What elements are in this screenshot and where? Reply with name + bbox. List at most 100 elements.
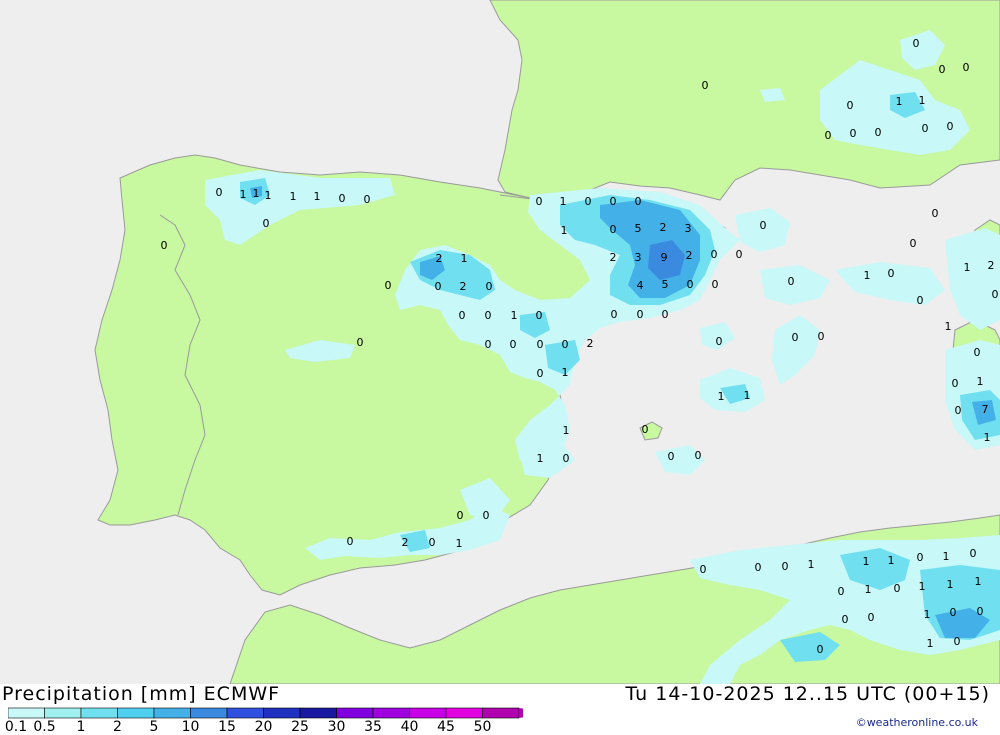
scale-swatch: [226, 707, 264, 719]
map-value: 1: [863, 555, 870, 568]
map-value: 1: [314, 190, 321, 203]
map-value: 0: [700, 563, 707, 576]
map-value: 0: [917, 551, 924, 564]
map-value: 0: [702, 79, 709, 92]
map-value: 0: [782, 560, 789, 573]
map-value: 0: [485, 309, 492, 322]
scale-swatch: [482, 707, 520, 719]
map-value: 0: [562, 338, 569, 351]
map-value: 0: [952, 377, 959, 390]
map-value: 0: [910, 237, 917, 250]
map-value: 0: [736, 248, 743, 261]
map-value: 0: [838, 585, 845, 598]
map-value: 1: [888, 554, 895, 567]
scale-arrow: [519, 708, 523, 718]
scale-swatch: [263, 707, 301, 719]
map-value: 1: [865, 583, 872, 596]
map-value: 0: [537, 367, 544, 380]
map-value: 0: [947, 120, 954, 133]
scale-swatch: [299, 707, 337, 719]
map-value: 0: [788, 275, 795, 288]
map-value: 0: [536, 309, 543, 322]
map-value: 0: [817, 643, 824, 656]
map-value: 0: [642, 423, 649, 436]
credit-link[interactable]: ©weatheronline.co.uk: [856, 716, 978, 729]
map-value: 1: [919, 580, 926, 593]
map-value: 4: [637, 279, 644, 292]
map-value: 0: [712, 278, 719, 291]
map-value: 0: [563, 452, 570, 465]
map-value: 0: [913, 37, 920, 50]
scale-swatch: [445, 707, 483, 719]
map-value: 0: [825, 129, 832, 142]
map-value: 0: [888, 267, 895, 280]
map-value: 0: [483, 509, 490, 522]
map-value: 0: [339, 192, 346, 205]
map-value: 1: [240, 188, 247, 201]
map-value: 0: [610, 195, 617, 208]
map-value: 0: [932, 207, 939, 220]
map-value: 2: [460, 280, 467, 293]
map-value: 7: [982, 403, 989, 416]
map-value: 0: [536, 195, 543, 208]
map-value: 0: [939, 63, 946, 76]
map-value: 0: [875, 126, 882, 139]
map-value: 1: [744, 389, 751, 402]
map-value: 0: [963, 61, 970, 74]
map-value: 1: [943, 550, 950, 563]
map-value: 0: [611, 308, 618, 321]
map-value: 0: [894, 582, 901, 595]
map-value: 0: [950, 606, 957, 619]
map-value: 1: [563, 424, 570, 437]
scale-swatch: [409, 707, 447, 719]
map-value: 0: [917, 294, 924, 307]
map-value: 0: [695, 449, 702, 462]
map-value: 0: [485, 338, 492, 351]
map-value: 0: [457, 509, 464, 522]
map-value: 1: [461, 252, 468, 265]
map-value: 0: [435, 280, 442, 293]
map-value: 0: [755, 561, 762, 574]
map-value: 0: [992, 288, 999, 301]
map-value: 1: [927, 637, 934, 650]
map-value: 1: [253, 187, 260, 200]
map-value: 1: [864, 269, 871, 282]
map-value: 0: [385, 279, 392, 292]
map-value: 0: [792, 331, 799, 344]
map-value: 0: [955, 404, 962, 417]
map-value: 2: [660, 221, 667, 234]
map-value: 0: [347, 535, 354, 548]
map-value: 1: [560, 195, 567, 208]
map-value: 2: [988, 259, 995, 272]
map-value: 0: [974, 346, 981, 359]
scale-swatch: [80, 707, 118, 719]
map-value: 5: [662, 278, 669, 291]
map-value: 0: [637, 308, 644, 321]
map-value: 2: [402, 536, 409, 549]
map-value: 0: [922, 122, 929, 135]
map-value: 1: [945, 320, 952, 333]
map-value: 0: [429, 536, 436, 549]
map-value: 0: [847, 99, 854, 112]
map-value: 0: [662, 308, 669, 321]
scale-swatch: [153, 707, 191, 719]
map-value: 1: [919, 94, 926, 107]
map-value: 2: [686, 249, 693, 262]
map-value: 1: [511, 309, 518, 322]
map-value: 3: [635, 251, 642, 264]
map-value: 0: [850, 127, 857, 140]
map-value: 0: [954, 635, 961, 648]
scale-swatch: [190, 707, 228, 719]
map-value: 9: [661, 251, 668, 264]
map-value: 1: [964, 261, 971, 274]
map-value: 3: [685, 222, 692, 235]
map-value: 0: [842, 613, 849, 626]
map-value: 0: [510, 338, 517, 351]
map-value: 0: [263, 217, 270, 230]
map-value: 0: [161, 239, 168, 252]
map-value: 0: [635, 195, 642, 208]
precipitation-color-scale: [8, 707, 523, 719]
map-value: 1: [947, 578, 954, 591]
map-value: 2: [587, 337, 594, 350]
scale-swatch: [117, 707, 155, 719]
